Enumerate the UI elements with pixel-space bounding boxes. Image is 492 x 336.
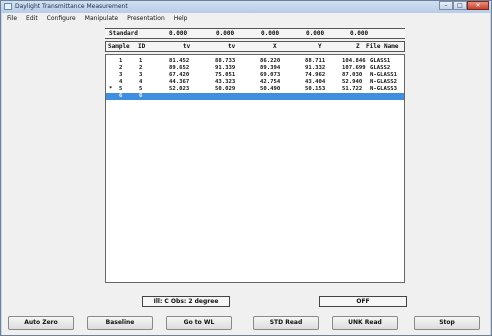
cell-y: 91.332 [305,65,326,71]
column-header: Sample ID tv tv X Y Z File Name [105,41,405,52]
action-bar: Auto Zero Baseline Go to WL STD Read UNK… [2,316,490,332]
lamp-state-status: OFF [319,296,407,307]
cell-z: 52.940 [342,79,363,85]
standard-value: 0.000 [306,30,325,37]
auto-zero-button[interactable]: Auto Zero [8,316,74,330]
menu-configure[interactable]: Configure [47,15,76,22]
cell-tv: 43.323 [215,79,236,85]
menu-bar: File Edit Configure Manipulate Presentat… [2,13,490,23]
cell-sample: 2 [119,65,123,71]
header-sample: Sample [108,43,130,50]
cell-tv: 50.029 [215,86,236,92]
cell-z: 104.846 [342,58,366,64]
cell-id: 2 [139,65,143,71]
cell-tv: 81.452 [169,58,190,64]
baseline-button[interactable]: Baseline [87,316,153,330]
cell-sample: 3 [119,72,123,78]
menu-edit[interactable]: Edit [26,15,38,22]
cell-z: 51.722 [342,86,363,92]
stop-button[interactable]: Stop [414,316,480,330]
cell-z: 87.030 [342,72,363,78]
cell-y: 43.404 [305,79,326,85]
cell-file-name: GLASS2 [370,65,391,71]
cell-sample: 1 [119,58,123,64]
cell-file-name: GLASS1 [370,58,391,64]
table-row[interactable]: * 5 5 52.023 50.029 50.490 50.153 51.722… [106,86,404,93]
cell-x: 42.754 [260,79,281,85]
cell-id: 6 [139,93,143,99]
cell-y: 50.153 [305,86,326,92]
window-title: Daylight Transmittance Measurement [15,3,128,10]
standard-value: 0.000 [216,30,235,37]
window-controls: – □ ✕ [439,1,489,11]
cell-sample: 6 [119,93,123,99]
header-z: Z [356,43,360,50]
results-grid[interactable]: 1 1 81.452 88.733 86.220 88.711 104.846 … [105,54,405,283]
row-marker: * [109,86,113,92]
cell-tv: 88.733 [215,58,236,64]
title-bar[interactable]: Daylight Transmittance Measurement – □ ✕ [1,1,491,13]
cell-x: 69.073 [260,72,281,78]
cell-tv: 44.367 [169,79,190,85]
std-read-button[interactable]: STD Read [253,316,319,330]
menu-manipulate[interactable]: Manipulate [85,15,118,22]
header-file-name: File Name [366,43,399,50]
cell-tv: 89.652 [169,65,190,71]
cell-file-name: N-GLASS3 [370,86,397,92]
header-y: Y [318,43,322,50]
cell-x: 50.490 [260,86,281,92]
maximize-button[interactable]: □ [453,1,467,10]
table-row[interactable]: 4 4 44.367 43.323 42.754 43.404 52.940 N… [106,79,404,86]
cell-file-name: N-GLASS2 [370,79,397,85]
cell-tv: 52.023 [169,86,190,92]
header-x: X [273,43,277,50]
illuminant-status: Ill: C Obs: 2 degree [142,296,230,307]
client-area: Standard 0.000 0.000 0.000 0.000 0.000 S… [2,23,490,335]
cell-id: 3 [139,72,143,78]
app-icon [4,3,12,10]
table-row[interactable]: 2 2 89.652 91.339 89.394 91.332 107.699 … [106,65,404,72]
header-id: ID [138,43,146,50]
cell-z: 107.699 [342,65,366,71]
unk-read-button[interactable]: UNK Read [332,316,398,330]
standard-value: 0.000 [261,30,280,37]
cell-id: 4 [139,79,143,85]
cell-sample: 5 [119,86,123,92]
table-row[interactable]: 3 3 67.420 75.051 69.073 74.962 87.030 N… [106,72,404,79]
close-button[interactable]: ✕ [467,1,489,10]
cell-sample: 4 [119,79,123,85]
standard-row: Standard 0.000 0.000 0.000 0.000 0.000 [105,28,405,39]
cell-y: 74.962 [305,72,326,78]
menu-presentation[interactable]: Presentation [127,15,165,22]
standard-value: 0.000 [350,30,369,37]
cell-x: 89.394 [260,65,281,71]
table-row-selected[interactable]: 6 6 [106,93,404,100]
cell-tv: 75.051 [215,72,236,78]
cell-y: 88.711 [305,58,326,64]
table-row[interactable]: 1 1 81.452 88.733 86.220 88.711 104.846 … [106,58,404,65]
minimize-button[interactable]: – [439,1,453,10]
standard-label: Standard [109,30,138,37]
cell-id: 5 [139,86,143,92]
cell-x: 86.220 [260,58,281,64]
standard-value: 0.000 [169,30,188,37]
cell-id: 1 [139,58,143,64]
cell-file-name: N-GLASS1 [370,72,397,78]
menu-file[interactable]: File [7,15,17,22]
cell-tv: 91.339 [215,65,236,71]
menu-help[interactable]: Help [174,15,188,22]
app-window: Daylight Transmittance Measurement – □ ✕… [0,0,492,336]
header-tv: tv [183,43,191,50]
go-to-wl-button[interactable]: Go to WL [166,316,232,330]
header-tv: tv [228,43,236,50]
cell-tv: 67.420 [169,72,190,78]
